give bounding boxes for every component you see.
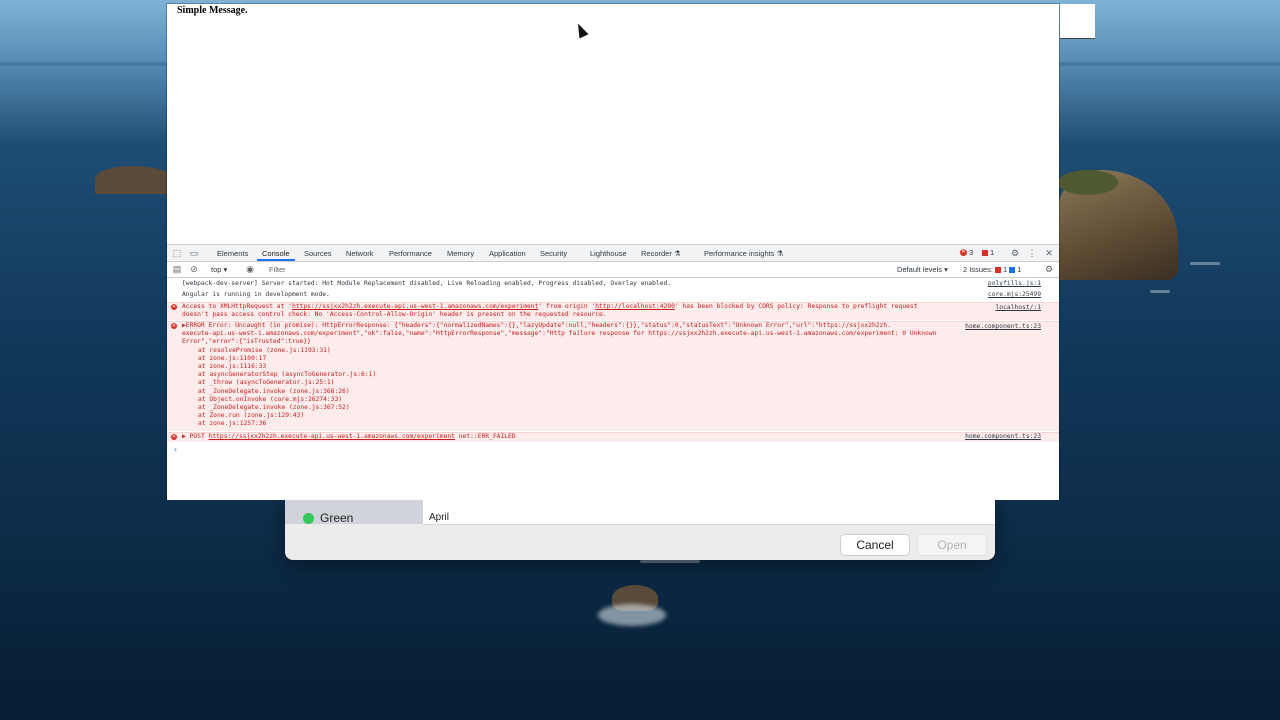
- stack-frame: at _ZoneDelegate.invoke (zone.js:367:52): [198, 404, 350, 412]
- console-error-http[interactable]: ✕ ▶ERROR Error: Uncaught (in promise): H…: [167, 321, 1059, 431]
- island: [95, 166, 175, 194]
- issue-flag-icon: [982, 249, 988, 256]
- filter-input[interactable]: Filter: [265, 264, 895, 275]
- stack-frame: at Zone.run (zone.js:129:43): [198, 412, 305, 420]
- issue-blue-icon: [1009, 266, 1016, 273]
- stack-frame: at zone.js:1116:33: [198, 363, 267, 371]
- console-toolbar: ▤ ⊘ top ▾ ◉ Filter Default levels ▾ 2 Is…: [167, 262, 1059, 278]
- console-error-cors: ✕ Access to XMLHttpRequest at 'https://s…: [167, 302, 1059, 320]
- console-prompt[interactable]: ›: [173, 445, 178, 454]
- stack-frame: at _ZoneDelegate.invoke (zone.js:368:26): [198, 387, 350, 395]
- active-tab-indicator: [257, 259, 295, 261]
- source-link[interactable]: home.component.ts:23: [965, 323, 1041, 331]
- background-window-edge: [1060, 4, 1095, 39]
- tab-performance[interactable]: Performance: [389, 249, 432, 258]
- tab-network[interactable]: Network: [346, 249, 374, 258]
- inspect-element-icon[interactable]: ⬚: [172, 248, 182, 258]
- page-message: Simple Message.: [177, 5, 248, 16]
- file-list: April: [423, 497, 995, 525]
- warning-count-badge[interactable]: 1: [982, 248, 994, 257]
- cancel-button[interactable]: Cancel: [840, 534, 910, 556]
- console-output: [webpack-dev-server] Server started: Hot…: [167, 278, 1059, 500]
- issue-red-icon: [995, 266, 1002, 273]
- file-open-dialog: Green April Cancel Open: [285, 497, 995, 560]
- device-toolbar-icon[interactable]: ▭: [189, 248, 199, 258]
- browser-window: Simple Message. ⬚ ▭ Elements Console Sou…: [167, 4, 1059, 500]
- error-icon: ✕: [960, 249, 967, 256]
- stack-frame: at resolvePromise (zone.js:1193:31): [198, 346, 331, 354]
- console-message: [webpack-dev-server] Server started: Hot…: [182, 280, 1041, 288]
- tab-lighthouse[interactable]: Lighthouse: [590, 249, 627, 258]
- console-settings-icon[interactable]: ⚙: [1044, 264, 1054, 274]
- green-tag-icon: [303, 512, 314, 524]
- source-link[interactable]: core.mjs:25499: [988, 291, 1041, 299]
- eye-icon[interactable]: ◉: [245, 264, 255, 274]
- request-url-link[interactable]: https://ssjxx2h2zh.execute-api.us-west-1…: [209, 433, 455, 440]
- console-error-network[interactable]: ✕ ▶ POST https://ssjxx2h2zh.execute-api.…: [167, 432, 1059, 442]
- cliff: [1058, 170, 1178, 280]
- stack-frame: at _throw (asyncToGenerator.js:25:1): [198, 379, 335, 387]
- error-icon: ✕: [171, 323, 177, 329]
- error-icon: ✕: [171, 434, 177, 440]
- tab-application[interactable]: Application: [489, 249, 526, 258]
- context-select[interactable]: top ▾: [211, 265, 227, 274]
- sidebar-toggle-icon[interactable]: ▤: [172, 264, 182, 274]
- open-button[interactable]: Open: [917, 534, 987, 556]
- error-icon: ✕: [171, 304, 177, 310]
- stack-frame: at zone.js:1257:36: [198, 420, 267, 428]
- stack-frame: at asyncGeneratorStep (asyncToGenerator.…: [198, 371, 377, 379]
- tab-security[interactable]: Security: [540, 249, 567, 258]
- tab-recorder[interactable]: Recorder ⚗: [641, 249, 681, 258]
- devtools-panel: ⬚ ▭ Elements Console Sources Network Per…: [167, 244, 1059, 500]
- foam: [598, 604, 666, 626]
- close-icon[interactable]: ✕: [1044, 248, 1054, 258]
- source-link[interactable]: home.component.ts:23: [965, 433, 1041, 441]
- issues-button[interactable]: 2 Issues: 1 1: [963, 265, 1021, 274]
- sidebar-tag-green[interactable]: Green: [303, 511, 353, 525]
- tab-memory[interactable]: Memory: [447, 249, 474, 258]
- stack-frame: at zone.js:1100:17: [198, 354, 267, 362]
- dialog-sidebar: Green: [285, 497, 423, 525]
- source-link[interactable]: localhost/:1: [996, 304, 1042, 312]
- sidebar-tag-label: Green: [320, 511, 354, 525]
- settings-gear-icon[interactable]: ⚙: [1010, 248, 1020, 258]
- tab-console[interactable]: Console: [262, 249, 290, 258]
- file-list-item[interactable]: April: [429, 512, 449, 523]
- tab-performance-insights[interactable]: Performance insights ⚗: [704, 249, 783, 258]
- error-count-badge[interactable]: ✕ 3: [960, 248, 973, 257]
- more-options-icon[interactable]: ⋮: [1027, 248, 1037, 258]
- tab-elements[interactable]: Elements: [217, 249, 248, 258]
- origin-link[interactable]: http://localhost:4200: [595, 303, 675, 310]
- devtools-tabbar: ⬚ ▭ Elements Console Sources Network Per…: [167, 245, 1059, 262]
- clear-console-icon[interactable]: ⊘: [189, 264, 199, 274]
- page-content: Simple Message.: [167, 4, 1059, 244]
- request-url-link[interactable]: https://ssjxx2h2zh.execute-api.us-west-1…: [292, 303, 538, 310]
- stack-frame: at Object.onInvoke (core.mjs:26274:33): [198, 395, 343, 403]
- source-link[interactable]: polyfills.js:1: [988, 280, 1041, 288]
- tab-sources[interactable]: Sources: [304, 249, 332, 258]
- log-levels-select[interactable]: Default levels ▾: [897, 265, 948, 274]
- console-message: Angular is running in development mode. …: [182, 291, 1041, 299]
